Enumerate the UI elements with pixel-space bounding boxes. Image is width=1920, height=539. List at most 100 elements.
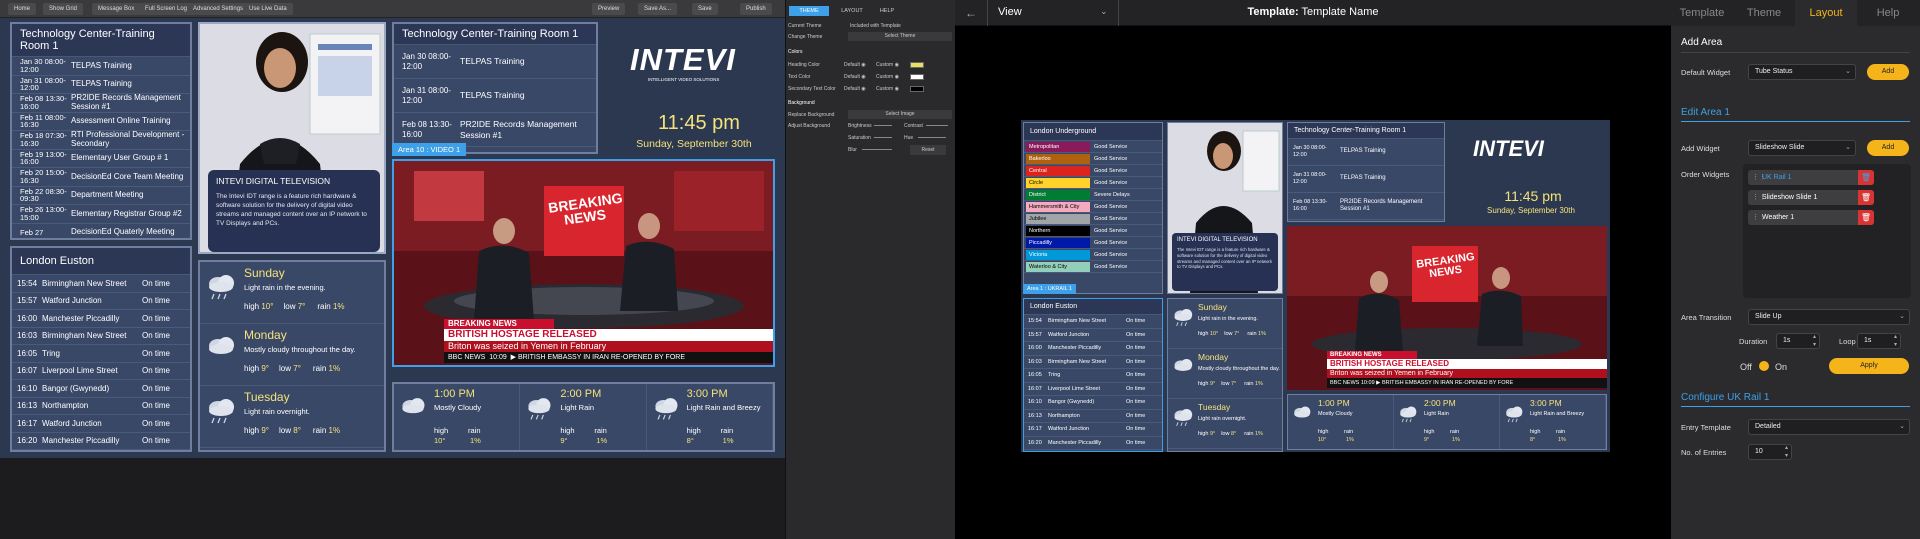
departure-row: 16:05 Tring On time <box>12 345 190 363</box>
color-swatch[interactable] <box>910 74 924 80</box>
drag-handle-icon[interactable]: ⋮⋮ <box>1752 190 1766 205</box>
mini-events-list: Jan 30 08:00-12:00 TELPAS Training Jan 31 … <box>1288 139 1444 220</box>
mini-channel-logo: BBC NEWS <box>1330 380 1360 386</box>
order-widget-item[interactable]: ⋮⋮ UK Rail 1 🗑 <box>1748 170 1874 185</box>
mini-training-panel[interactable]: Technology Center-Training Room 1 Jan 30… <box>1287 122 1445 222</box>
tab-layout[interactable]: LAYOUT <box>832 6 872 16</box>
weather-hours-panel[interactable]: 1:00 PM Mostly Cloudy high 10° rain 1% 2:00 PM… <box>392 382 775 452</box>
tab-layout[interactable]: Layout <box>1795 0 1857 26</box>
hour-desc: Light Rain and Breezy <box>1530 411 1585 417</box>
on-off-toggle[interactable] <box>1759 361 1769 371</box>
delete-icon[interactable]: 🗑 <box>1858 210 1874 225</box>
london-underground-panel[interactable]: London Underground Metropolitan Good Serv… <box>1023 122 1163 294</box>
reset-button[interactable]: Reset <box>910 145 946 155</box>
delete-icon[interactable]: 🗑 <box>1858 170 1874 185</box>
mini-presenter-panel[interactable]: INTEVI DIGITAL TELEVISION The Intevi IDT… <box>1167 122 1283 294</box>
tube-line-name: District <box>1026 189 1090 200</box>
toolbar-use-live-data-button[interactable]: Use Live Data <box>243 3 293 15</box>
training-room-panel[interactable]: Technology Center-Training Room 1 Jan 30… <box>10 22 192 240</box>
add-area-heading: Add Area <box>1681 37 1723 48</box>
weather-days-panel[interactable]: Sunday Light rain in the evening. high 10°… <box>198 260 386 452</box>
toolbar-publish-button[interactable]: Publish <box>740 3 772 15</box>
drag-handle-icon[interactable]: ⋮⋮ <box>1752 210 1766 225</box>
event-name: TELPAS Training <box>460 90 525 101</box>
video-area[interactable]: BREAKING NEWS BREAKING NEWS BRITISH HOST… <box>392 159 775 367</box>
high-value: 8° <box>1530 437 1536 443</box>
high-label: high <box>1318 429 1329 435</box>
mini-weather-days-panel[interactable]: Sunday Light rain in the evening. high 10°… <box>1167 298 1283 452</box>
color-row: Text Color Default ◉ Custom ◉ <box>788 72 953 82</box>
area-label-ukrail[interactable]: Area 1 : UKRAIL 1 <box>1023 284 1077 294</box>
weather-day-name: Monday <box>1198 352 1229 362</box>
preview-canvas: London Underground Metropolitan Good Serv… <box>955 26 1671 539</box>
departure-destination: Watford Junction <box>42 418 102 428</box>
color-swatch[interactable] <box>910 62 924 68</box>
apply-button[interactable]: Apply <box>1829 358 1909 374</box>
mini-video-area[interactable]: BREAKING NEWS BREAKING NEWS BRITISH HOST… <box>1287 226 1607 390</box>
area-transition-select[interactable]: Slide Up ⌄ <box>1748 309 1910 325</box>
brightness-label: Brightness <box>848 123 872 129</box>
event-row: Feb 27 DecisionEd Quaterly Meeting <box>12 224 190 239</box>
custom-radio[interactable]: Custom ◉ <box>876 60 899 70</box>
custom-radio[interactable]: Custom ◉ <box>876 72 899 82</box>
event-time: Feb 26 13:00-15:00 <box>20 205 67 222</box>
drag-handle-icon[interactable]: ⋮⋮ <box>1752 170 1766 185</box>
mini-departure-row: 16:03 Birmingham New Street On time <box>1024 356 1162 369</box>
add-widget-button[interactable]: Add <box>1867 140 1909 156</box>
toolbar-save-button[interactable]: Save <box>692 3 718 15</box>
area-label-video[interactable]: Area 10 : VIDEO 1 <box>392 143 467 156</box>
mini-weather-days: Sunday Light rain in the evening. high 10°… <box>1168 299 1282 449</box>
event-time: Feb 11 08:00-16:30 <box>20 112 67 130</box>
tab-theme[interactable]: THEME <box>789 6 829 16</box>
weather-hours-list: 1:00 PM Mostly Cloudy high 10° rain 1% 2:00 PM… <box>394 384 773 450</box>
departure-status: On time <box>1126 345 1146 352</box>
order-widget-item[interactable]: ⋮⋮ Weather 1 🗑 <box>1748 210 1874 225</box>
departure-destination: Manchester Piccadilly <box>42 436 120 446</box>
color-swatch[interactable] <box>910 86 924 92</box>
event-time: Jan 30 08:00-12:00 <box>402 51 451 71</box>
mini-euston-panel[interactable]: London Euston 15:54 Birmingham New Street… <box>1023 298 1163 452</box>
training-room-panel-2[interactable]: Technology Center-Training Room 1 Jan 30… <box>392 22 598 154</box>
tube-line-status: Good Service <box>1094 227 1128 234</box>
hour-time: 2:00 PM <box>560 388 602 400</box>
tab-help[interactable]: HELP <box>872 6 902 16</box>
entries-stepper[interactable]: 10 ▴ ▾ <box>1748 444 1792 460</box>
toolbar-save-as-button[interactable]: Save As... <box>638 3 678 15</box>
order-widget-item[interactable]: ⋮⋮ Slideshow Slide 1 🗑 <box>1748 190 1874 205</box>
loop-stepper[interactable]: 1s ▴ ▾ <box>1857 333 1901 349</box>
departure-destination: Tring <box>42 348 60 358</box>
custom-radio[interactable]: Custom ◉ <box>876 84 899 94</box>
event-name: TELPAS Training <box>1340 175 1386 182</box>
contrast-control[interactable]: Contrast <box>904 121 953 131</box>
tab-theme[interactable]: Theme <box>1733 0 1795 26</box>
rain-cloud-icon <box>528 398 551 420</box>
event-name: Elementary Registrar Group #2 <box>71 208 182 218</box>
default-widget-select[interactable]: Tube Status ⌄ <box>1748 64 1856 80</box>
hue-control[interactable]: Hue <box>904 133 953 143</box>
duration-stepper[interactable]: 1s ▴ ▾ <box>1776 333 1820 349</box>
delete-icon[interactable]: 🗑 <box>1858 190 1874 205</box>
mini-weather-hours-panel[interactable]: 1:00 PM Mostly Cloudy high 10° rain 1% 2:00 PM… <box>1287 394 1607 450</box>
toolbar-show-grid-button[interactable]: Show Grid <box>43 3 84 15</box>
right-tabs: Template Theme Layout Help <box>1671 0 1920 26</box>
weather-day-desc: Light rain in the evening. <box>244 283 326 292</box>
toolbar-preview-button[interactable]: Preview <box>592 3 626 15</box>
default-radio[interactable]: Default ◉ <box>844 84 866 94</box>
toolbar-message-box-button[interactable]: Message Box <box>92 3 141 15</box>
tab-help[interactable]: Help <box>1857 0 1919 26</box>
toolbar-advanced-settings-button[interactable]: Advanced Settings <box>187 3 250 15</box>
default-radio[interactable]: Default ◉ <box>844 72 866 82</box>
default-radio[interactable]: Default ◉ <box>844 60 866 70</box>
presenter-panel[interactable]: INTEVI DIGITAL TELEVISION The Intevi IDT… <box>198 22 386 254</box>
add-area-button[interactable]: Add <box>1867 64 1909 80</box>
departure-destination: Tring <box>1048 372 1061 379</box>
mini-departure-row: 16:05 Tring On time <box>1024 369 1162 383</box>
entry-template-select[interactable]: Detailed ⌄ <box>1748 419 1910 435</box>
tab-template[interactable]: Template <box>1671 0 1733 26</box>
mini-news-ticker: BBC NEWS 10:09 ▶ BRITISH EMBASSY IN IRAN… <box>1327 378 1607 388</box>
select-image-button[interactable]: Select Image <box>848 110 952 119</box>
select-theme-button[interactable]: Select Theme <box>848 32 952 41</box>
toolbar-home-button[interactable]: Home <box>8 3 37 15</box>
add-widget-select[interactable]: Slideshow Slide ⌄ <box>1748 140 1856 156</box>
london-euston-panel[interactable]: London Euston 15:54 Birmingham New Street… <box>10 246 192 452</box>
